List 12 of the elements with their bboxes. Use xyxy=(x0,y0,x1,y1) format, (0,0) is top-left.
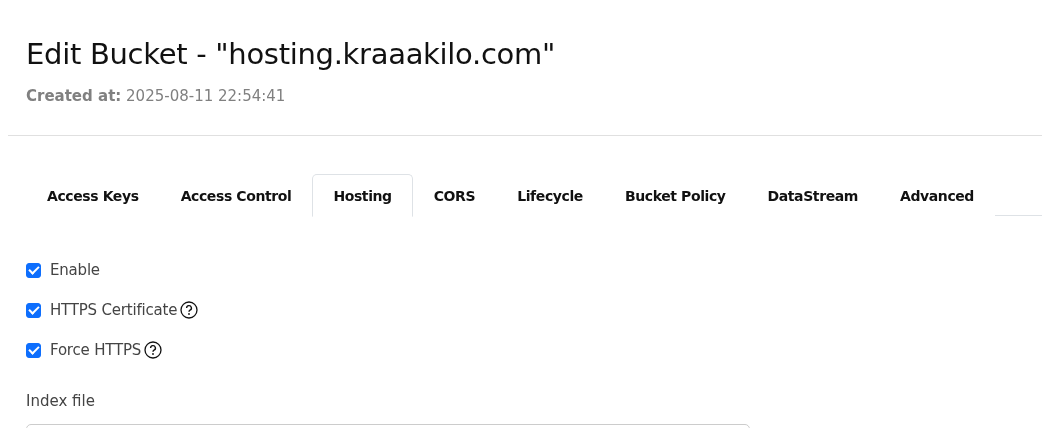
help-icon[interactable] xyxy=(144,341,163,359)
created-at-text: Created at: 2025-08-11 22:54:41 xyxy=(26,86,287,106)
tab[interactable]: Hosting xyxy=(312,174,413,217)
checkbox[interactable] xyxy=(26,342,41,358)
option-label: Enable xyxy=(50,261,100,279)
checkbox[interactable] xyxy=(26,302,41,318)
page-title: Edit Bucket - "hosting.kraaakilo.com" xyxy=(26,36,557,73)
option-label: Force HTTPS xyxy=(50,341,142,359)
option-label: HTTPS Certificate xyxy=(50,301,178,319)
checkbox[interactable] xyxy=(26,262,41,278)
help-icon[interactable] xyxy=(180,301,199,319)
field-label: Index file xyxy=(26,392,95,410)
